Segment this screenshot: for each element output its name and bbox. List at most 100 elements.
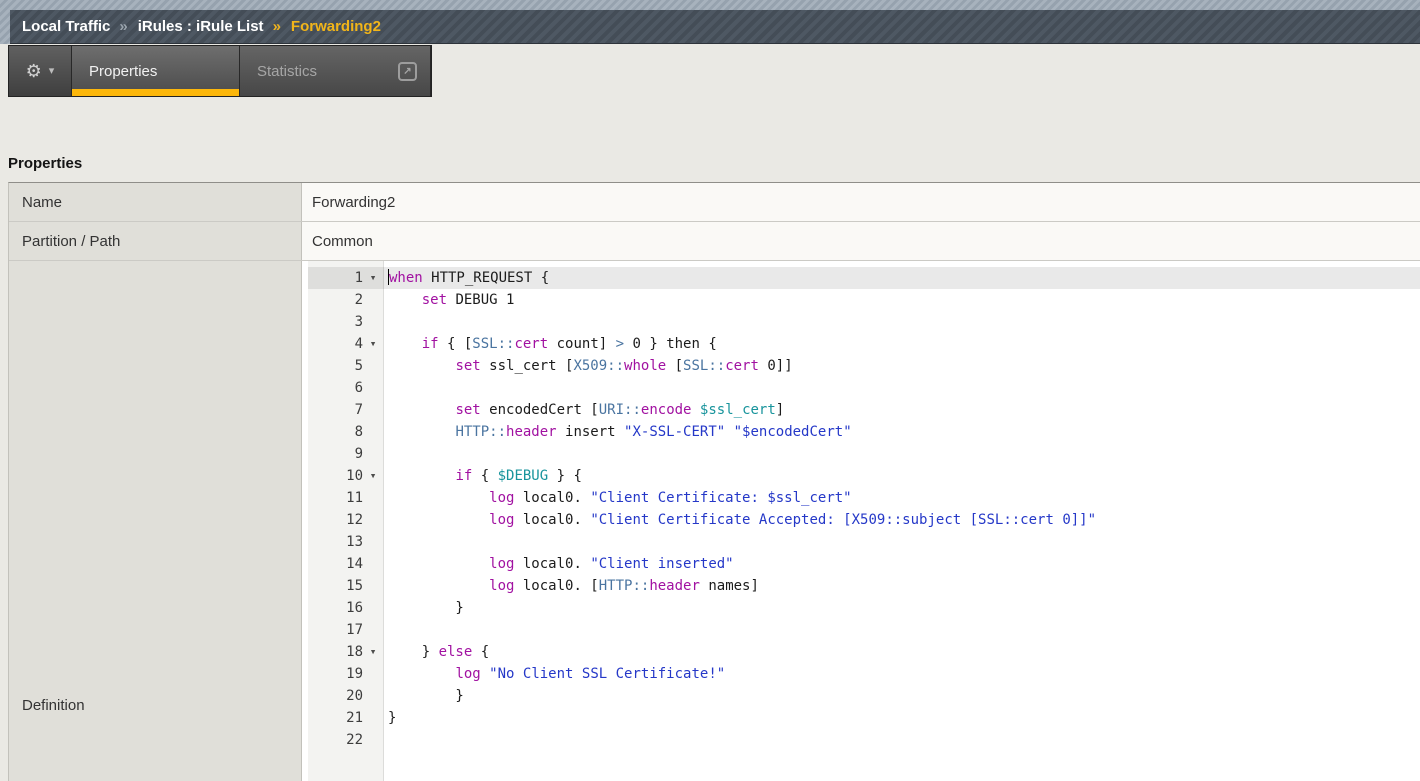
fold-arrow-icon[interactable]: ▾ [363, 641, 383, 663]
code-token: cert [514, 336, 548, 352]
code-token: ] [776, 402, 784, 418]
code-token: else [439, 644, 473, 660]
code-token: "$encodedCert" [734, 424, 852, 440]
code-token: header [506, 424, 557, 440]
tab-statistics[interactable]: Statistics ↗ [240, 46, 431, 96]
code-token: local0. [514, 490, 590, 506]
code-token: } [388, 644, 439, 660]
line-number: 10 [308, 465, 363, 487]
external-link-icon: ↗ [398, 62, 417, 81]
code-token: 0 } then { [624, 336, 717, 352]
code-token: cert [725, 358, 759, 374]
code-token: log [489, 556, 514, 572]
fold-spacer [363, 531, 383, 553]
tab-properties-label: Properties [89, 63, 157, 80]
code-line[interactable]: 20 } [308, 685, 1420, 707]
fold-spacer [363, 355, 383, 377]
code-token: $ssl_cert [700, 402, 776, 418]
line-number: 8 [308, 421, 363, 443]
line-number: 19 [308, 663, 363, 685]
code-token [388, 578, 489, 594]
code-line[interactable]: 4▾ if { [SSL::cert count] > 0 } then { [308, 333, 1420, 355]
line-number: 22 [308, 729, 363, 751]
line-number: 6 [308, 377, 363, 399]
name-value-text: Forwarding2 [312, 194, 395, 211]
code-line[interactable]: 13 [308, 531, 1420, 553]
code-token: set [422, 292, 447, 308]
row-label: Definition [9, 261, 302, 781]
code-token [388, 292, 422, 308]
code-line[interactable]: 1▾when HTTP_REQUEST { [308, 267, 1420, 289]
line-number: 14 [308, 553, 363, 575]
code-line[interactable]: 18▾ } else { [308, 641, 1420, 663]
code-line[interactable]: 6 [308, 377, 1420, 399]
code-token: count] [548, 336, 615, 352]
code-line[interactable]: 19 log "No Client SSL Certificate!" [308, 663, 1420, 685]
code-token: log [489, 578, 514, 594]
code-text: } [388, 685, 464, 707]
fold-spacer [363, 597, 383, 619]
code-line[interactable]: 5 set ssl_cert [X509::whole [SSL::cert 0… [308, 355, 1420, 377]
tab-properties[interactable]: Properties [72, 46, 240, 96]
line-number: 21 [308, 707, 363, 729]
tab-statistics-label: Statistics [257, 63, 317, 80]
code-token: if [422, 336, 439, 352]
code-line[interactable]: 8 HTTP::header insert "X-SSL-CERT" "$enc… [308, 421, 1420, 443]
options-gear-button[interactable]: ⚙ ▾ [9, 46, 72, 96]
code-token: if [455, 468, 472, 484]
breadcrumb-path[interactable]: iRules : iRule List [138, 18, 264, 35]
code-line[interactable]: 7 set encodedCert [URI::encode $ssl_cert… [308, 399, 1420, 421]
code-line[interactable]: 21} [308, 707, 1420, 729]
code-line[interactable]: 3 [308, 311, 1420, 333]
breadcrumb-section[interactable]: Local Traffic [22, 18, 110, 35]
code-token [691, 402, 699, 418]
code-line[interactable]: 12 log local0. "Client Certificate Accep… [308, 509, 1420, 531]
definition-editor-cell: 1▾when HTTP_REQUEST {2 set DEBUG 134▾ if… [302, 261, 1420, 781]
fold-arrow-icon[interactable]: ▾ [363, 333, 383, 355]
code-text: HTTP::header insert "X-SSL-CERT" "$encod… [388, 421, 852, 443]
code-editor[interactable]: 1▾when HTTP_REQUEST {2 set DEBUG 134▾ if… [308, 261, 1420, 781]
section-heading: Properties [8, 155, 82, 172]
code-line[interactable]: 22 [308, 729, 1420, 751]
tab-bar: ⚙ ▾ Properties Statistics ↗ [8, 45, 432, 97]
row-label: Name [9, 183, 302, 221]
code-token: header [649, 578, 700, 594]
breadcrumb-current-page: Forwarding2 [291, 18, 381, 35]
code-text: set DEBUG 1 [388, 289, 514, 311]
code-token: [ [666, 358, 683, 374]
code-token: } [388, 600, 464, 616]
code-token: "X-SSL-CERT" [624, 424, 725, 440]
fold-spacer [363, 487, 383, 509]
code-text: log "No Client SSL Certificate!" [388, 663, 725, 685]
code-token: { [472, 644, 489, 660]
code-line[interactable]: 16 } [308, 597, 1420, 619]
code-token [388, 490, 489, 506]
code-token: } { [548, 468, 582, 484]
fold-spacer [363, 289, 383, 311]
code-token: encode [641, 402, 692, 418]
code-token: log [489, 512, 514, 528]
code-token: 0]] [759, 358, 793, 374]
fold-arrow-icon[interactable]: ▾ [363, 465, 383, 487]
code-token: } [388, 710, 396, 726]
code-text: if { $DEBUG } { [388, 465, 582, 487]
code-token: { [472, 468, 497, 484]
code-token [388, 512, 489, 528]
code-line[interactable]: 15 log local0. [HTTP::header names] [308, 575, 1420, 597]
code-line[interactable]: 2 set DEBUG 1 [308, 289, 1420, 311]
code-line[interactable]: 14 log local0. "Client inserted" [308, 553, 1420, 575]
code-token: log [455, 666, 480, 682]
breadcrumb-separator-icon: » [273, 18, 282, 35]
code-text: log local0. "Client Certificate Accepted… [388, 509, 1096, 531]
fold-spacer [363, 663, 383, 685]
code-token: { [ [439, 336, 473, 352]
code-line[interactable]: 17 [308, 619, 1420, 641]
line-number: 7 [308, 399, 363, 421]
fold-spacer [363, 619, 383, 641]
code-line[interactable]: 11 log local0. "Client Certificate: $ssl… [308, 487, 1420, 509]
fold-arrow-icon[interactable]: ▾ [363, 267, 383, 289]
code-line[interactable]: 10▾ if { $DEBUG } { [308, 465, 1420, 487]
code-line[interactable]: 9 [308, 443, 1420, 465]
code-token [388, 336, 422, 352]
code-token [388, 402, 455, 418]
